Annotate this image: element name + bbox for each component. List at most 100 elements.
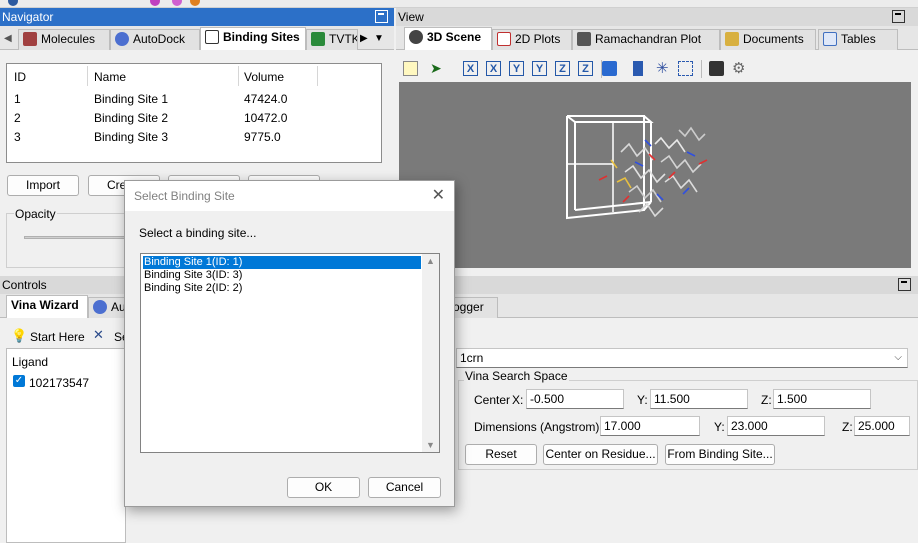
tab-list-menu-icon[interactable]: ▼ xyxy=(374,33,384,44)
tab-scroll-left-icon[interactable]: ◀ xyxy=(4,33,12,44)
save-icon[interactable] xyxy=(709,61,724,76)
center-y-input[interactable]: 11.500 xyxy=(650,389,748,409)
binding-site-list[interactable]: Binding Site 1(ID: 1) Binding Site 3(ID:… xyxy=(140,253,440,453)
chevron-down-icon: ⌵ xyxy=(894,352,902,363)
opacity-label: Opacity xyxy=(14,207,57,221)
receptor-select[interactable]: 1crn ⌵ xyxy=(456,348,908,368)
center-x-input[interactable]: -0.500 xyxy=(526,389,624,409)
start-here-label[interactable]: Start Here xyxy=(30,330,85,344)
tab-documents[interactable]: Documents xyxy=(720,29,816,50)
center-on-residue-button[interactable]: Center on Residue... xyxy=(543,444,658,465)
view-title-bar[interactable]: View xyxy=(396,8,918,26)
tab-vina-wizard[interactable]: Vina Wizard xyxy=(6,295,88,318)
opacity-slider[interactable] xyxy=(24,236,134,239)
scroll-up-icon[interactable]: ▲ xyxy=(426,256,435,266)
dim-z-label: Z: xyxy=(842,420,853,434)
column-header-name[interactable]: Name xyxy=(94,70,126,84)
column-divider xyxy=(238,66,239,86)
toolbar-icon[interactable] xyxy=(190,0,200,6)
dialog-prompt: Select a binding site... xyxy=(139,226,257,240)
dim-z-input[interactable]: 25.000 xyxy=(854,416,910,436)
list-scrollbar[interactable]: ▲ ▼ xyxy=(422,254,439,452)
tab-autodock[interactable]: AutoDock xyxy=(110,29,200,50)
from-binding-site-button[interactable]: From Binding Site... xyxy=(665,444,775,465)
list-item[interactable]: Binding Site 2(ID: 2) xyxy=(143,282,242,295)
cell-volume: 10472.0 xyxy=(244,111,288,125)
new-icon[interactable] xyxy=(403,61,418,76)
cell-volume: 9775.0 xyxy=(244,130,281,144)
scene-toolbar: ➤ X X Y Y Z Z ✳ ⚙ xyxy=(396,58,918,80)
ok-button[interactable]: OK xyxy=(287,477,360,498)
toolbar-icon[interactable] xyxy=(150,0,160,6)
toolbar-icon[interactable] xyxy=(172,0,182,6)
axes-icon[interactable]: ✳ xyxy=(656,59,669,77)
select-tool-icon[interactable]: ✕ xyxy=(93,327,104,343)
cell-name: Binding Site 3 xyxy=(94,130,169,144)
tab-3d-scene[interactable]: 3D Scene xyxy=(404,27,492,50)
view-x-reverse-icon[interactable]: X xyxy=(486,61,501,76)
tvtk-icon xyxy=(311,32,325,46)
navigator-tab-bar: ◀ Molecules AutoDock Binding Sites TVTK … xyxy=(0,26,394,50)
center-label: Center xyxy=(474,393,511,407)
dim-x-input[interactable]: 17.000 xyxy=(600,416,700,436)
column-divider xyxy=(317,66,318,86)
molecules-icon xyxy=(23,32,37,46)
tab-molecules[interactable]: Molecules xyxy=(18,29,110,50)
app-icon[interactable] xyxy=(8,0,18,6)
navigator-title-bar[interactable]: Navigator xyxy=(0,8,394,26)
column-header-volume[interactable]: Volume xyxy=(244,70,284,84)
navigator-title: Navigator xyxy=(2,10,54,24)
view-y-icon[interactable]: Y xyxy=(509,61,524,76)
dialog-title-bar[interactable]: Select Binding Site ✕ xyxy=(125,181,454,211)
view-z-reverse-icon[interactable]: Z xyxy=(578,61,593,76)
dim-y-input[interactable]: 23.000 xyxy=(727,416,825,436)
center-z-label: Z: xyxy=(761,393,772,407)
center-z-input[interactable]: 1.500 xyxy=(773,389,871,409)
lightbulb-icon: 💡 xyxy=(11,328,28,343)
view-tab-bar: 3D Scene 2D Plots Ramachandran Plot Docu… xyxy=(396,26,918,50)
dimensions-label: Dimensions (Angstrom) X: xyxy=(474,420,615,434)
tab-scroll-right-icon[interactable]: ▶ xyxy=(360,33,368,44)
view-z-icon[interactable]: Z xyxy=(555,61,570,76)
cube-icon[interactable] xyxy=(602,61,617,76)
view-y-reverse-icon[interactable]: Y xyxy=(532,61,547,76)
select-arrow-icon[interactable]: ➤ xyxy=(430,60,442,77)
tab-binding-sites[interactable]: Binding Sites xyxy=(200,27,306,50)
center-y-label: Y: xyxy=(637,393,648,407)
ligand-item[interactable]: 102173547 xyxy=(29,376,89,390)
column-divider xyxy=(87,66,88,86)
cell-id: 1 xyxy=(14,92,21,106)
cell-id: 3 xyxy=(14,130,21,144)
top-toolbar-strip xyxy=(0,0,918,8)
settings-gear-icon[interactable]: ⚙ xyxy=(732,59,745,77)
list-item[interactable]: Binding Site 3(ID: 3) xyxy=(143,269,242,282)
3d-scene-canvas[interactable] xyxy=(399,82,911,268)
reset-button[interactable]: Reset xyxy=(465,444,537,465)
close-icon[interactable]: ✕ xyxy=(432,181,445,211)
tab-tables[interactable]: Tables xyxy=(818,29,898,50)
view-x-icon[interactable]: X xyxy=(463,61,478,76)
select-binding-site-dialog: Select Binding Site ✕ Select a binding s… xyxy=(124,180,455,507)
float-icon[interactable] xyxy=(898,278,911,291)
binding-sites-table[interactable]: ID Name Volume 1 Binding Site 1 47424.0 … xyxy=(6,63,382,163)
perspective-icon[interactable] xyxy=(633,61,643,76)
cancel-button[interactable]: Cancel xyxy=(368,477,441,498)
dialog-title: Select Binding Site xyxy=(134,189,235,203)
tab-autodock[interactable]: Au xyxy=(88,297,128,318)
tab-logger[interactable]: ogger xyxy=(448,297,498,318)
ramachandran-icon xyxy=(577,32,591,46)
cell-id: 2 xyxy=(14,111,21,125)
tab-2d-plots[interactable]: 2D Plots xyxy=(492,29,572,50)
scroll-down-icon[interactable]: ▼ xyxy=(426,440,435,450)
import-button[interactable]: Import xyxy=(7,175,79,196)
tab-tvtk[interactable]: TVTK xyxy=(306,29,358,50)
column-header-id[interactable]: ID xyxy=(14,70,26,84)
ligand-checkbox[interactable]: ✓ xyxy=(13,375,25,387)
receptor-value: 1crn xyxy=(460,351,484,365)
molecule-render xyxy=(566,115,708,220)
list-item[interactable]: Binding Site 1(ID: 1) xyxy=(143,256,421,269)
float-icon[interactable] xyxy=(375,10,388,23)
tab-ramachandran-plot[interactable]: Ramachandran Plot xyxy=(572,29,720,50)
float-icon[interactable] xyxy=(892,10,905,23)
fit-view-icon[interactable] xyxy=(678,61,693,76)
